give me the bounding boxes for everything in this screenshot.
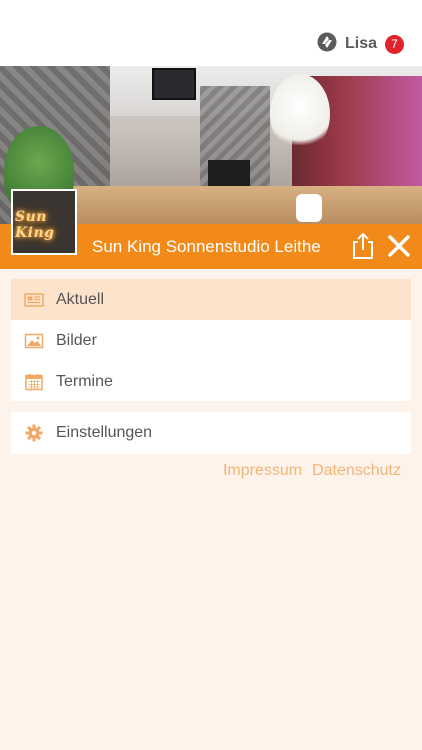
footer-links: Impressum Datenschutz — [223, 462, 401, 480]
datenschutz-link[interactable]: Datenschutz — [312, 462, 401, 480]
user-name: Lisa — [344, 35, 377, 52]
top-bar: Lisa 7 — [0, 0, 422, 66]
menu-item-aktuell[interactable]: Aktuell — [11, 279, 411, 320]
menu-item-bilder[interactable]: Bilder — [11, 320, 411, 361]
menu-item-termine[interactable]: Termine — [11, 361, 411, 402]
share-icon[interactable] — [350, 232, 376, 260]
gear-icon — [24, 423, 44, 443]
studio-logo-thumbnail: Sun King — [11, 189, 77, 255]
menu-label-termine: Termine — [56, 373, 113, 390]
menu-label-aktuell: Aktuell — [56, 291, 105, 308]
user-chip[interactable]: Lisa 7 — [317, 32, 404, 56]
menu-label-bilder: Bilder — [56, 332, 97, 349]
calendar-icon — [24, 372, 44, 392]
page-title: Sun King Sonnenstudio Leithe — [92, 237, 321, 256]
menu-card-settings: Einstellungen — [11, 412, 411, 454]
impressum-link[interactable]: Impressum — [223, 462, 302, 480]
studio-logo-text: Sun King — [15, 209, 55, 241]
newspaper-icon — [24, 290, 44, 310]
close-icon[interactable] — [387, 234, 411, 258]
logo-mark-icon — [317, 32, 337, 57]
image-icon — [24, 331, 44, 351]
menu-card-main: Aktuell Bilder Termine — [11, 279, 411, 401]
menu-label-einstellungen: Einstellungen — [56, 424, 153, 441]
menu-item-einstellungen[interactable]: Einstellungen — [11, 412, 411, 453]
notification-badge[interactable]: 7 — [385, 34, 404, 54]
